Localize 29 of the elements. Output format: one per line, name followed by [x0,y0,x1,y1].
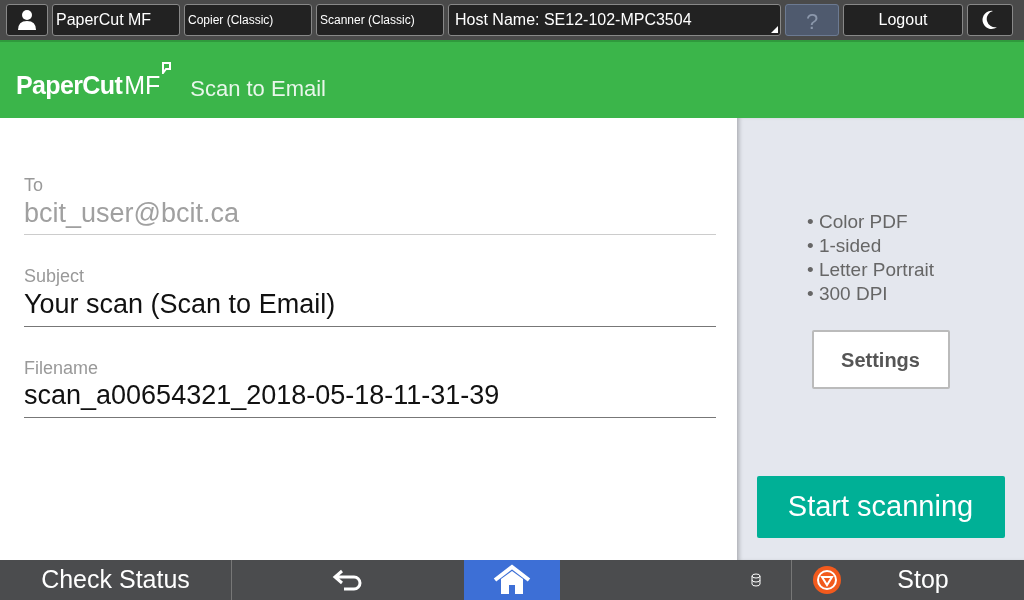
app-button[interactable]: Scanner (Classic) [316,4,444,36]
setting-summary: • Color PDF [807,210,909,234]
home-icon [492,564,532,596]
app-button[interactable]: Copier (Classic) [184,4,312,36]
logout-button[interactable]: Logout [843,4,963,36]
check-status-button[interactable]: Check Status [0,560,232,600]
papercut-logo: PaperCutMF [16,62,173,100]
field-label: Subject [24,265,86,288]
text-field[interactable]: scan_a00654321_2018-05-18-11-31-39 [24,379,716,418]
person-icon [17,9,37,31]
text-field[interactable]: Your scan (Scan to Email) [24,287,716,327]
host-dropdown[interactable]: Host Name: SE12-102-MPC3504 [448,4,781,36]
stop-icon [812,565,842,595]
home-button[interactable] [464,560,560,600]
energy-saver-button[interactable] [967,4,1013,36]
corner-caret-icon [771,26,778,33]
page-title: Scan to Email [190,78,326,100]
stop-button[interactable]: Stop [792,560,1024,600]
setting-summary: • Letter Portrait [807,258,935,282]
field-label: Filename [24,356,100,379]
back-arrow-icon [332,568,364,592]
moon-icon [982,10,998,30]
setting-summary: • 300 DPI [807,282,889,306]
field-label: To [24,174,44,197]
setting-summary: • 1-sided [807,234,883,258]
data-indicator-icon [751,573,761,587]
user-button[interactable] [6,4,48,36]
settings-button[interactable]: Settings [811,330,950,389]
app-button[interactable]: PaperCut MF [52,4,180,36]
